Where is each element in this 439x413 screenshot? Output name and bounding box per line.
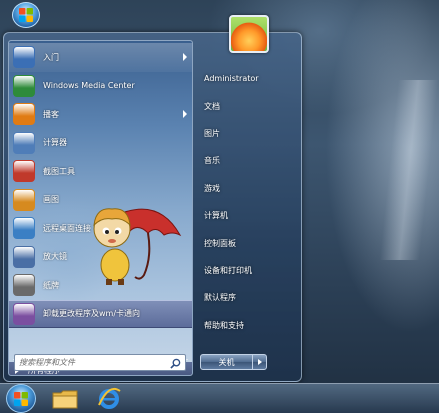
program-label: 截图工具 (43, 166, 75, 176)
right-item-documents[interactable]: 文档 (199, 92, 299, 119)
program-item[interactable]: Windows Media Center (9, 72, 192, 101)
snipping-tool-icon (13, 160, 35, 183)
uninstall-icon (13, 302, 35, 325)
program-label: 计算器 (43, 138, 67, 148)
right-item-pictures[interactable]: 图片 (199, 120, 299, 147)
paint-icon (13, 188, 35, 211)
magnifier-icon (13, 245, 35, 268)
arrow-right-icon (257, 359, 262, 365)
program-list: 入门 Windows Media Center 播客 计算器 截图工具 画图 远程桌面连接放… (9, 43, 192, 328)
program-item[interactable]: 入门 (9, 43, 192, 72)
program-item[interactable]: 截图工具 (9, 157, 192, 186)
podcast-icon (13, 103, 35, 126)
search-box[interactable] (14, 354, 186, 371)
right-item-control-panel[interactable]: 控制面板 (199, 229, 299, 256)
program-label: Windows Media Center (43, 81, 135, 91)
folder-icon[interactable] (52, 389, 78, 409)
media-center-icon (13, 74, 35, 97)
search-input[interactable] (19, 358, 167, 367)
program-item[interactable]: 播客 (9, 100, 192, 129)
right-item-administrator[interactable]: Administrator (199, 65, 299, 92)
windows-orb-icon (12, 2, 40, 28)
program-label: 画图 (43, 195, 59, 205)
right-item-help-support[interactable]: 帮助和支持 (199, 312, 299, 339)
program-label: 入门 (43, 52, 59, 62)
right-item-default-programs[interactable]: 默认程序 (199, 284, 299, 311)
user-avatar[interactable] (229, 15, 269, 53)
shutdown-button[interactable]: 关机 (200, 354, 267, 370)
program-label: 播客 (43, 109, 59, 119)
right-item-devices-printers[interactable]: 设备和打印机 (199, 257, 299, 284)
arrow-right-icon[interactable] (183, 53, 187, 61)
solitaire-icon (13, 274, 35, 297)
calculator-icon (13, 131, 35, 154)
program-label: 纸牌 (43, 280, 59, 290)
shutdown-label: 关机 (218, 357, 235, 367)
cartoon-boy-umbrella-icon (93, 208, 182, 285)
program-label: 放大镜 (43, 252, 67, 262)
right-item-computer[interactable]: 计算机 (199, 202, 299, 229)
program-item[interactable]: 计算器 (9, 129, 192, 158)
right-item-games[interactable]: 游戏 (199, 175, 299, 202)
program-label: 卸载更改程序及wm/卡通向 (43, 309, 141, 319)
getting-started-icon (13, 46, 35, 69)
right-item-music[interactable]: 音乐 (199, 147, 299, 174)
start-orb-icon[interactable] (6, 384, 36, 413)
internet-explorer-icon[interactable] (96, 387, 122, 411)
program-item[interactable]: 卸载更改程序及wm/卡通向 (9, 299, 192, 328)
shutdown-options-button[interactable] (252, 355, 266, 369)
arrow-right-icon[interactable] (183, 110, 187, 118)
search-icon[interactable] (170, 358, 181, 369)
right-pane-list: Administrator 文档 图片 音乐 游戏 计算机 控制面板 设备和打印机 默认程序 帮助… (199, 65, 299, 339)
remote-desktop-icon (13, 217, 35, 240)
desktop-light-streak (379, 80, 439, 260)
